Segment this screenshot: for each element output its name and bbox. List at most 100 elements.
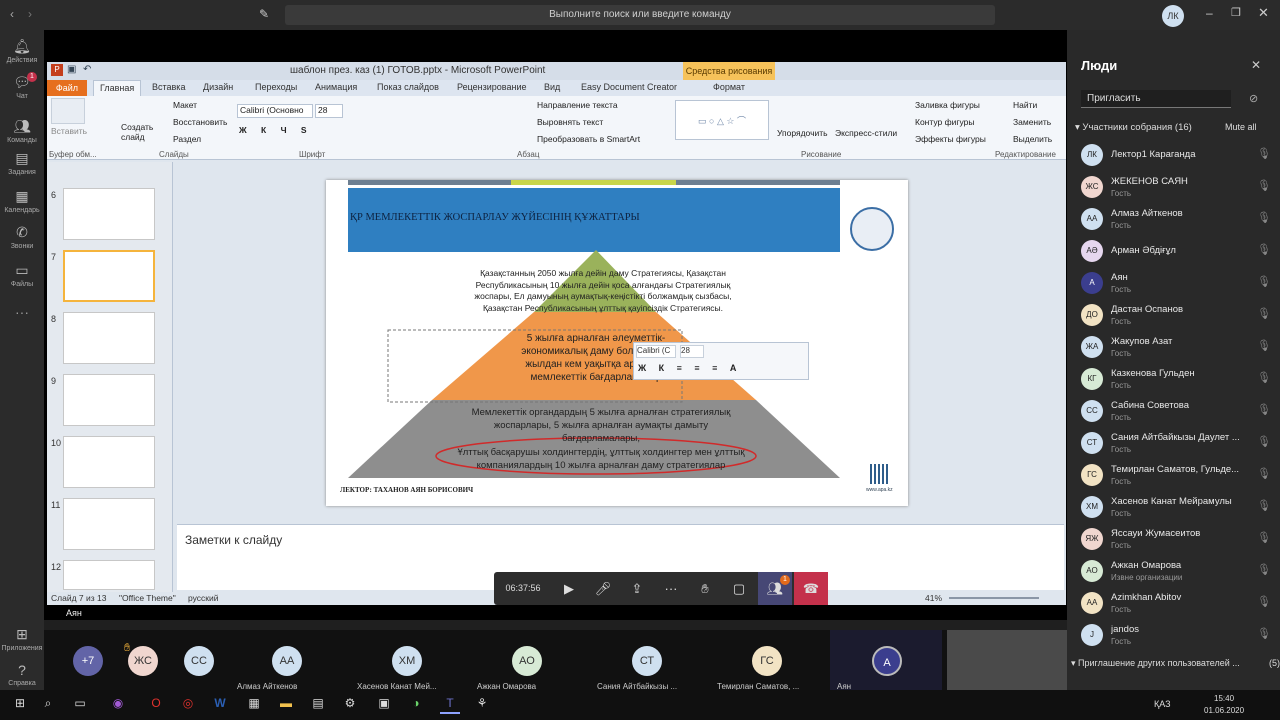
rail-activity[interactable]: 🔔︎ Действия <box>0 38 44 64</box>
tab-format[interactable]: Формат <box>713 82 745 92</box>
pyramid-top-text[interactable]: Қазақстанның 2050 жылға дейін даму Страт… <box>458 268 748 314</box>
opera-gx-icon[interactable]: ◎ <box>178 696 198 714</box>
rail-help[interactable]: ? Справка <box>0 662 44 687</box>
mic-muted-icon[interactable]: 🎙︎ <box>1257 307 1271 320</box>
slide-thumbnail-selected[interactable] <box>63 250 155 302</box>
participants-header[interactable]: ▾ Участники собрания (16) <box>1075 122 1192 133</box>
close-icon[interactable]: ✕ <box>1258 5 1269 21</box>
pyramid-bottom-text-1[interactable]: Мемлекеттік органдардың 5 жылға арналған… <box>456 406 746 445</box>
forward-icon[interactable]: › <box>28 7 32 21</box>
app-icon[interactable]: ◑ <box>406 696 426 714</box>
teams-taskbar-icon[interactable]: T <box>440 696 460 714</box>
rail-calendar[interactable]: ▦ Календарь <box>0 188 44 214</box>
file-explorer-icon[interactable]: ▬ <box>276 696 296 714</box>
language-label[interactable]: русский <box>188 593 219 603</box>
shape-outline-button[interactable]: Контур фигуры <box>915 117 974 127</box>
replace-button[interactable]: Заменить <box>1013 117 1051 127</box>
tab-design[interactable]: Дизайн <box>203 82 233 92</box>
tab-slideshow[interactable]: Показ слайдов <box>377 82 439 92</box>
task-view-icon[interactable]: ▭ <box>70 696 90 714</box>
close-panel-icon[interactable]: ✕ <box>1251 58 1261 72</box>
slide-thumbnail[interactable] <box>63 374 155 426</box>
opera-icon[interactable]: O <box>146 696 166 714</box>
app-icon[interactable]: ▤ <box>308 696 328 714</box>
clock-date[interactable]: 01.06.2020 <box>1204 706 1244 715</box>
participant-avatar[interactable]: ХМ <box>392 646 422 676</box>
font-size-select[interactable]: 28 <box>315 104 343 118</box>
input-language[interactable]: ҚАЗ <box>1154 699 1171 709</box>
section-button[interactable]: Раздел <box>173 134 201 144</box>
shapes-gallery[interactable]: ▭ ○ △ ☆ ⌒ <box>675 100 769 140</box>
participant-row[interactable]: ГС Темирлан Саматов, Гульде... Гость 🎙︎ <box>1081 462 1271 492</box>
align-text-button[interactable]: Выровнять текст <box>537 117 603 127</box>
mic-muted-icon[interactable]: 🎙︎ <box>1257 627 1271 640</box>
presenter-avatar[interactable]: А <box>872 646 902 676</box>
paste-icon[interactable] <box>51 98 85 124</box>
mic-muted-icon[interactable]: 🎙︎ <box>1257 531 1271 544</box>
mic-muted-icon[interactable]: 🎙︎ <box>1257 403 1271 416</box>
mini-format-buttons[interactable]: Ж К ≡ ≡ ≡ A <box>638 363 741 373</box>
mic-muted-icon[interactable]: 🎙︎ <box>1257 211 1271 224</box>
select-button[interactable]: Выделить <box>1013 134 1052 144</box>
mini-size-select[interactable]: 28 <box>680 345 704 358</box>
participant-avatar[interactable]: СС <box>184 646 214 676</box>
participant-row[interactable]: ЖА Жакупов Азат Гость 🎙︎ <box>1081 334 1271 364</box>
slide-thumbnail[interactable] <box>63 436 155 488</box>
mic-muted-icon[interactable]: 🎙︎ <box>1257 147 1271 160</box>
participant-row[interactable]: ДО Дастан Оспанов Гость 🎙︎ <box>1081 302 1271 332</box>
slide-thumbnail[interactable] <box>63 498 155 550</box>
app-icon[interactable]: ▣ <box>374 696 394 714</box>
rail-teams[interactable]: 👥︎ Команды <box>0 118 44 144</box>
participant-avatar[interactable]: ЖС <box>128 646 158 676</box>
find-button[interactable]: Найти <box>1013 100 1037 110</box>
slide-thumbnail[interactable] <box>63 560 155 590</box>
participant-row[interactable]: ЖС ЖЕКЕНОВ САЯН Гость 🎙︎ <box>1081 174 1271 204</box>
app-icon[interactable]: ⚘ <box>472 696 492 714</box>
mini-font-select[interactable]: Calibri (С <box>636 345 676 358</box>
mic-muted-icon[interactable]: 🎤︎ <box>586 572 620 605</box>
undo-icon[interactable]: ↶ <box>83 64 91 75</box>
shape-fill-button[interactable]: Заливка фигуры <box>915 100 980 110</box>
participant-row[interactable]: СТ Сания Айтбайкызы Даулет ... Гость 🎙︎ <box>1081 430 1271 460</box>
rail-assignments[interactable]: ▤ Задания <box>0 150 44 176</box>
overflow-avatar[interactable]: +7 <box>73 646 103 676</box>
zoom-level[interactable]: 41% <box>925 593 942 603</box>
participant-row[interactable]: Jjandos Гость 🎙︎ <box>1081 622 1271 652</box>
participant-avatar[interactable]: АА <box>272 646 302 676</box>
rail-files[interactable]: ▭ Файлы <box>0 262 44 288</box>
tab-insert[interactable]: Вставка <box>152 82 185 92</box>
mic-muted-icon[interactable]: 🎙︎ <box>1257 467 1271 480</box>
slide-thumbnail[interactable] <box>63 312 155 364</box>
share-screen-icon[interactable]: ⇪ <box>620 572 654 605</box>
hang-up-icon[interactable]: ☎︎ <box>794 572 828 605</box>
app-icon[interactable]: ▦ <box>244 696 264 714</box>
rail-chat[interactable]: 💬︎ Чат <box>0 74 44 100</box>
participant-row[interactable]: А Аян Гость 🎙︎ <box>1081 270 1271 300</box>
rail-apps[interactable]: ⊞ Приложения <box>0 626 44 652</box>
compose-icon[interactable]: ✎ <box>259 7 269 21</box>
participant-row[interactable]: АА Azimkhan Abitov Гость 🎙︎ <box>1081 590 1271 620</box>
camera-icon[interactable]: ▶ <box>552 572 586 605</box>
tab-file[interactable]: Файл <box>47 80 87 96</box>
mic-muted-icon[interactable]: 🎙︎ <box>1257 595 1271 608</box>
raise-hand-icon[interactable]: ✋︎ <box>688 572 722 605</box>
new-slide-button[interactable]: Создать слайд <box>121 122 157 142</box>
mic-muted-icon[interactable]: 🎙︎ <box>1257 179 1271 192</box>
more-apps-icon[interactable]: ··· <box>0 304 44 320</box>
clock-time[interactable]: 15:40 <box>1214 694 1234 703</box>
participant-avatar[interactable]: АО <box>512 646 542 676</box>
zoom-slider[interactable] <box>949 597 1039 599</box>
mic-muted-icon[interactable]: 🎙︎ <box>1257 371 1271 384</box>
slide-thumbnail[interactable] <box>63 188 155 240</box>
text-direction-button[interactable]: Направление текста <box>537 100 618 110</box>
search-icon[interactable]: ⌕ <box>38 696 58 714</box>
arrange-button[interactable]: Упорядочить <box>777 128 828 138</box>
participant-row[interactable]: ЯЖ Яссауи Жумасеитов Гость 🎙︎ <box>1081 526 1271 556</box>
back-icon[interactable]: ‹ <box>10 7 14 21</box>
tab-review[interactable]: Рецензирование <box>457 82 527 92</box>
participant-row[interactable]: АА Алмаз Айткенов Гость 🎙︎ <box>1081 206 1271 236</box>
tab-animation[interactable]: Анимация <box>315 82 357 92</box>
mic-muted-icon[interactable]: 🎙︎ <box>1257 275 1271 288</box>
user-avatar[interactable]: ЛК <box>1162 5 1184 27</box>
meeting-chat-icon[interactable]: ▢ <box>722 572 756 605</box>
